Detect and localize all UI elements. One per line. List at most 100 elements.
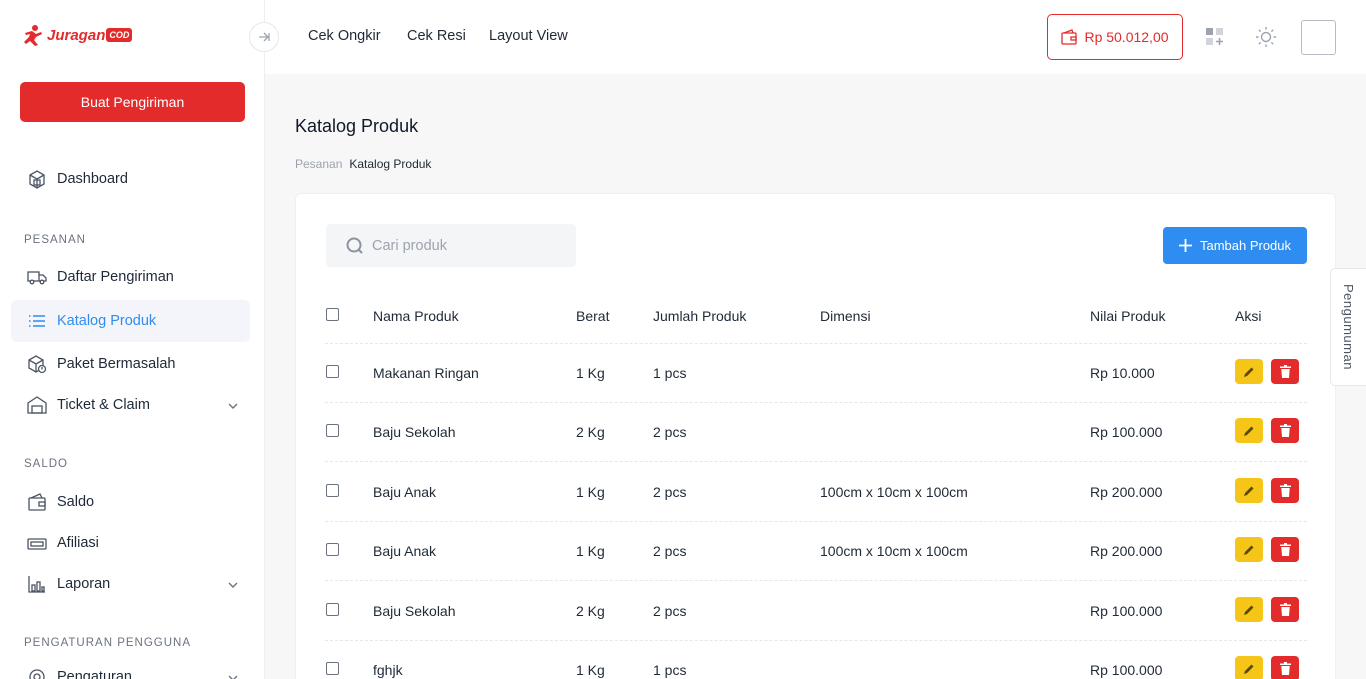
announcement-tab[interactable]: Pengumuman — [1330, 268, 1366, 386]
row-divider — [325, 521, 1307, 522]
row-checkbox[interactable] — [326, 603, 339, 616]
sidebar-item-paket-bermasalah[interactable]: Paket Bermasalah — [11, 343, 250, 385]
chevron-down-icon — [228, 397, 238, 413]
edit-button[interactable] — [1235, 597, 1263, 622]
cell-dimension: 100cm x 10cm x 100cm — [820, 543, 968, 559]
row-checkbox[interactable] — [326, 365, 339, 378]
search-input[interactable] — [372, 237, 562, 254]
select-all-checkbox[interactable] — [326, 308, 339, 321]
cell-weight: 1 Kg — [576, 662, 605, 678]
cell-product-name: Baju Sekolah — [373, 424, 456, 440]
cell-quantity: 2 pcs — [653, 424, 687, 440]
column-header-weight[interactable]: Berat — [576, 308, 609, 324]
search-box[interactable] — [326, 224, 576, 267]
sidebar-item-afiliasi[interactable]: Afiliasi — [11, 522, 250, 564]
row-checkbox[interactable] — [326, 484, 339, 497]
pencil-icon — [1244, 545, 1254, 555]
cell-product-name: Baju Anak — [373, 484, 437, 500]
cell-weight: 1 Kg — [576, 543, 605, 559]
sidebar-item-ticket-claim[interactable]: Ticket & Claim — [11, 384, 250, 426]
breadcrumb-item-current: Katalog Produk — [349, 157, 432, 171]
sidebar-toggle-button[interactable] — [249, 22, 279, 52]
edit-button[interactable] — [1235, 537, 1263, 562]
column-header-dimension[interactable]: Dimensi — [820, 308, 871, 324]
row-divider — [325, 402, 1307, 403]
sidebar-item-pengaturan[interactable]: Pengaturan — [11, 656, 250, 679]
sidebar-item-dashboard[interactable]: Dashboard — [11, 158, 250, 200]
nav-link-cek-ongkir[interactable]: Cek Ongkir — [308, 28, 381, 44]
runner-logo-icon — [24, 25, 42, 46]
pencil-icon — [1244, 605, 1254, 615]
row-checkbox[interactable] — [326, 424, 339, 437]
brand-logo[interactable]: Juragan COD — [22, 24, 133, 46]
package-alert-icon — [27, 354, 47, 374]
pencil-icon — [1244, 367, 1254, 377]
list-icon — [27, 311, 47, 331]
delete-button[interactable] — [1271, 597, 1299, 622]
cell-quantity: 1 pcs — [653, 662, 687, 678]
wallet-icon — [27, 492, 47, 512]
edit-button[interactable] — [1235, 656, 1263, 679]
pencil-icon — [1244, 426, 1254, 436]
pencil-icon — [1244, 664, 1254, 674]
delete-button[interactable] — [1271, 656, 1299, 679]
chevron-down-icon — [228, 669, 238, 679]
brand-name: Juragan — [47, 26, 106, 44]
trash-icon — [1279, 662, 1291, 675]
product-catalog-card: Tambah Produk Nama Produk Berat Jumlah P… — [295, 193, 1336, 679]
row-divider — [325, 343, 1307, 344]
row-checkbox[interactable] — [326, 662, 339, 675]
theme-toggle-icon[interactable] — [1255, 26, 1277, 53]
create-shipment-button[interactable]: Buat Pengiriman — [20, 82, 245, 122]
cell-product-name: Makanan Ringan — [373, 365, 479, 381]
wallet-icon — [1061, 29, 1078, 45]
announcement-label: Pengumuman — [1341, 284, 1356, 370]
plus-icon — [1178, 239, 1192, 252]
column-header-actions: Aksi — [1235, 308, 1262, 324]
trash-icon — [1279, 543, 1291, 556]
cell-quantity: 1 pcs — [653, 365, 687, 381]
column-header-quantity[interactable]: Jumlah Produk — [653, 308, 746, 324]
nav-link-cek-resi[interactable]: Cek Resi — [407, 28, 466, 44]
warehouse-icon — [27, 395, 47, 415]
avatar[interactable] — [1301, 20, 1336, 55]
page-title: Katalog Produk — [295, 116, 419, 136]
trash-icon — [1279, 603, 1291, 616]
breadcrumb-item-pesanan[interactable]: Pesanan — [295, 157, 342, 171]
edit-button[interactable] — [1235, 418, 1263, 443]
delete-button[interactable] — [1271, 478, 1299, 503]
nav-link-layout-view[interactable]: Layout View — [489, 28, 568, 44]
sidebar-item-label: Ticket & Claim — [57, 397, 150, 413]
cell-dimension: 100cm x 10cm x 100cm — [820, 484, 968, 500]
column-header-value[interactable]: Nilai Produk — [1090, 308, 1165, 324]
sidebar-item-label: Katalog Produk — [57, 313, 157, 329]
cell-value: Rp 100.000 — [1090, 662, 1163, 678]
report-icon — [27, 574, 47, 594]
add-product-button[interactable]: Tambah Produk — [1163, 227, 1307, 264]
sidebar-item-laporan[interactable]: Laporan — [11, 563, 250, 605]
search-icon — [346, 237, 363, 254]
sidebar-item-katalog-produk[interactable]: Katalog Produk — [11, 300, 250, 342]
section-title-saldo: SALDO — [24, 458, 68, 470]
cell-product-name: Baju Sekolah — [373, 603, 456, 619]
cell-quantity: 2 pcs — [653, 603, 687, 619]
delete-button[interactable] — [1271, 537, 1299, 562]
delete-button[interactable] — [1271, 418, 1299, 443]
apps-add-icon[interactable] — [1205, 27, 1225, 52]
row-checkbox[interactable] — [326, 543, 339, 556]
cell-value: Rp 100.000 — [1090, 424, 1163, 440]
sidebar: Juragan COD Buat Pengiriman Dashboard PE… — [0, 0, 265, 679]
column-header-name[interactable]: Nama Produk — [373, 308, 459, 324]
balance-button[interactable]: Rp 50.012,00 — [1047, 14, 1183, 60]
cell-quantity: 2 pcs — [653, 543, 687, 559]
sidebar-item-saldo[interactable]: Saldo — [11, 481, 250, 523]
edit-button[interactable] — [1235, 359, 1263, 384]
sidebar-item-daftar-pengiriman[interactable]: Daftar Pengiriman — [11, 256, 250, 298]
delete-button[interactable] — [1271, 359, 1299, 384]
trash-icon — [1279, 424, 1291, 437]
edit-button[interactable] — [1235, 478, 1263, 503]
cell-weight: 1 Kg — [576, 365, 605, 381]
gear-icon — [27, 667, 47, 679]
sidebar-item-label: Laporan — [57, 576, 111, 592]
section-title-pengaturan: PENGATURAN PENGGUNA — [24, 637, 192, 649]
